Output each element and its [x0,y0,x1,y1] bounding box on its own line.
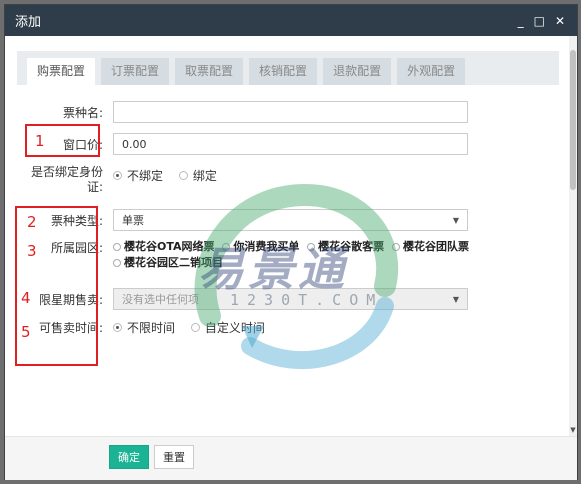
tab-refund-config[interactable]: 退款配置 [323,58,392,85]
ticket-name-input[interactable] [113,101,468,123]
park-option[interactable]: 樱花谷团队票 [392,239,469,255]
park-option-label: 樱花谷园区二销项目 [124,256,223,269]
annotation-number: 3 [27,242,37,260]
caret-down-icon: ▼ [452,215,459,225]
tab-booking-config[interactable]: 订票配置 [101,58,170,85]
bind-id-options: 不绑定 绑定 [113,165,229,184]
annotation-number: 1 [35,132,45,150]
tab-pickup-config[interactable]: 取票配置 [175,58,244,85]
annotation-number: 4 [21,289,31,307]
watermark-logo: 易景通 1230T.COM [180,176,410,376]
park-option[interactable]: 樱花谷散客票 [307,239,384,255]
row-ticket-name: 票种名: [5,101,468,123]
reset-button[interactable]: 重置 [154,445,194,469]
park-option[interactable]: 你消费我买单 [222,239,299,255]
radio-dot-checked [113,323,122,332]
radio-dot [190,323,200,332]
bind-id-label: 是否绑定身份证: [30,165,103,194]
config-tabs: 购票配置 订票配置 取票配置 核销配置 退款配置 外观配置 [17,51,559,85]
radio-custom-time[interactable]: 自定义时间 [190,319,265,336]
close-icon[interactable]: ✕ [555,15,565,27]
radio-unlimited-label: 不限时间 [127,321,176,335]
checkbox [113,259,121,267]
add-dialog: 添加 _ □ ✕ 购票配置 订票配置 取票配置 核销配置 退款配置 外观配置 票… [4,4,578,480]
tab-purchase-config[interactable]: 购票配置 [27,58,96,85]
ticket-type-value: 单票 [122,214,144,227]
ticket-type-select[interactable]: 单票 ▼ [113,209,468,231]
caret-down-icon: ▼ [452,294,459,304]
radio-dot [178,171,188,180]
checkbox [113,243,121,251]
radio-dot-checked [113,171,122,180]
scrollbar-thumb[interactable] [570,50,576,190]
radio-no-bind[interactable]: 不绑定 [113,167,163,184]
radio-no-bind-label: 不绑定 [127,169,164,183]
checkbox [222,243,231,251]
checkbox [392,243,400,251]
park-option[interactable]: 樱花谷园区二销项目 [113,255,223,271]
scroll-down-arrow-icon[interactable]: ▼ [569,426,577,434]
dialog-footer: 确定 重置 [5,436,577,480]
sale-time-options: 不限时间 自定义时间 [113,319,277,336]
confirm-button[interactable]: 确定 [109,445,149,469]
tab-appearance-config[interactable]: 外观配置 [397,58,466,85]
dialog-title: 添加 [15,15,42,30]
window-controls: _ □ ✕ [518,15,577,27]
dialog-titlebar: 添加 _ □ ✕ [5,5,577,36]
weekday-limit-placeholder: 没有选中任何项 [122,293,199,306]
dialog-content[interactable]: 购票配置 订票配置 取票配置 核销配置 退款配置 外观配置 票种名: 窗口价: … [5,36,571,436]
park-options: 樱花谷OTA网络票 你消费我买单 樱花谷散客票 樱花谷团队票 樱花谷园区二销项目 [113,239,483,271]
radio-bind-label: 绑定 [192,169,217,183]
annotation-number: 2 [27,213,37,231]
maximize-icon[interactable]: □ [534,15,545,27]
vertical-scrollbar[interactable]: ▼ [569,36,577,436]
ticket-name-label: 票种名: [62,105,103,120]
park-option-label: 樱花谷散客票 [318,240,385,253]
radio-custom-label: 自定义时间 [204,321,265,335]
minimize-icon[interactable]: _ [518,15,524,27]
tab-verify-config[interactable]: 核销配置 [249,58,318,85]
weekday-limit-select[interactable]: 没有选中任何项 ▼ [113,288,468,310]
checkbox [307,243,316,251]
window-price-input[interactable]: 0.00 [113,133,468,155]
radio-unlimited-time[interactable]: 不限时间 [113,319,175,336]
park-option-label: 你消费我买单 [233,240,300,253]
annotation-number: 5 [21,323,31,341]
park-option-label: 樱花谷OTA网络票 [124,240,215,253]
radio-bind[interactable]: 绑定 [178,167,217,184]
park-option-label: 樱花谷团队票 [403,240,469,253]
park-option[interactable]: 樱花谷OTA网络票 [113,239,215,255]
watermark-swirl-icon [194,184,399,369]
row-bind-id: 是否绑定身份证: 不绑定 绑定 [5,165,229,195]
